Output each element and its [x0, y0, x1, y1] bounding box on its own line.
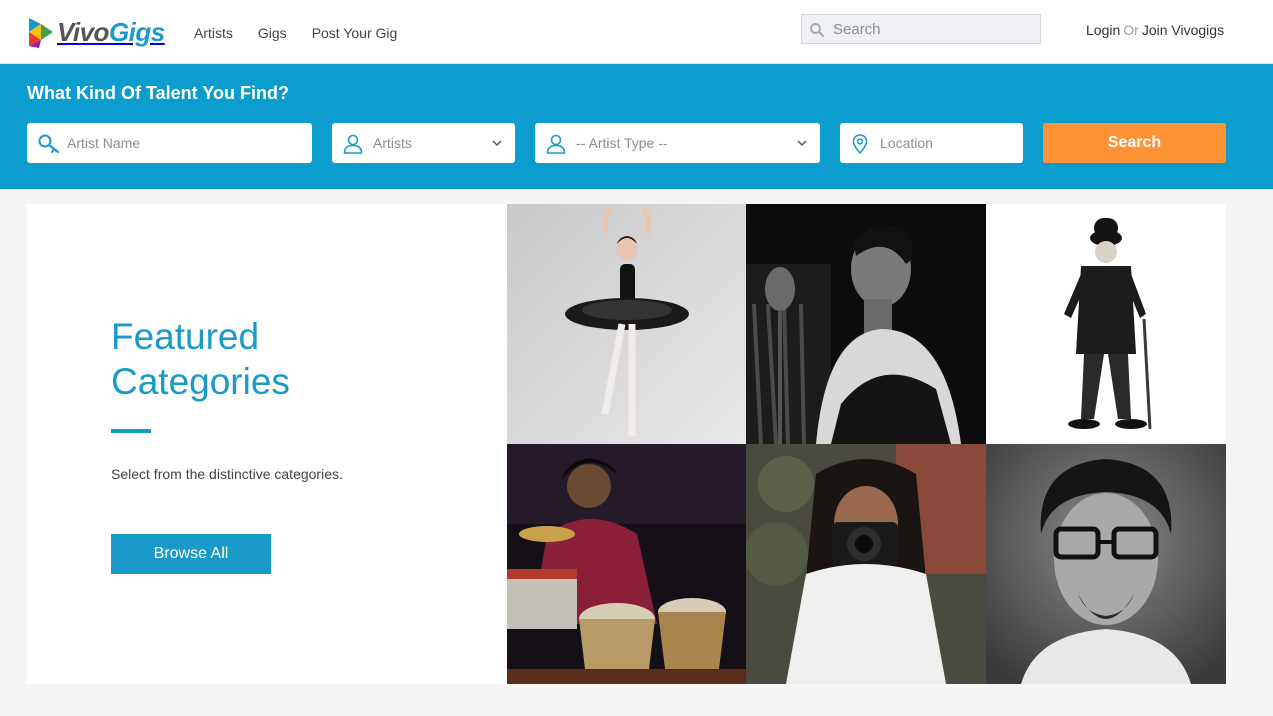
logo-text-vivo: Vivo [57, 17, 109, 47]
talent-search-button[interactable]: Search [1043, 123, 1226, 163]
chevron-down-icon [492, 140, 502, 147]
key-search-icon [38, 134, 60, 154]
actor-photo [986, 444, 1226, 684]
category-select[interactable]: Artists [332, 123, 515, 163]
photographer-photo [746, 444, 986, 684]
category-select-value: Artists [373, 135, 412, 151]
featured-subtitle: Select from the distinctive categories. [111, 466, 343, 482]
talent-search-title: What Kind Of Talent You Find? [27, 83, 289, 103]
nav-post-your-gig-link[interactable]: Post Your Gig [312, 24, 398, 42]
or-separator: Or [1123, 22, 1139, 38]
join-link[interactable]: Join Vivogigs [1142, 22, 1224, 38]
header-search-box [801, 14, 1041, 44]
auth-links: Login Or Join Vivogigs [1086, 21, 1224, 39]
category-tile-actor[interactable] [986, 444, 1226, 684]
vivogigs-logo[interactable]: VivoGigs [27, 14, 165, 50]
location-field[interactable] [840, 123, 1023, 163]
featured-title-line1: Featured [111, 316, 260, 357]
category-tile-photographer[interactable] [746, 444, 986, 684]
nav-gigs-link[interactable]: Gigs [258, 24, 287, 42]
logo-text-gigs: Gigs [108, 17, 165, 47]
artist-type-select[interactable]: -- Artist Type -- [535, 123, 820, 163]
dancer-photo [507, 204, 747, 444]
main-nav: Artists Gigs Post Your Gig [194, 24, 422, 42]
title-underline-divider [111, 429, 151, 433]
singer-photo [746, 204, 986, 444]
category-tile-musician[interactable] [507, 444, 747, 684]
musician-photo [507, 444, 747, 684]
category-tile-dancer[interactable] [507, 204, 747, 444]
artist-name-input[interactable] [67, 123, 302, 163]
featured-title-line2: Categories [111, 361, 290, 402]
featured-categories-section: Featured Categories Select from the dist… [27, 204, 1226, 684]
category-tile-singer[interactable] [746, 204, 986, 444]
category-tile-comedian[interactable] [986, 204, 1226, 444]
chevron-down-icon [797, 140, 807, 147]
user-icon [546, 134, 566, 154]
artist-type-select-value: -- Artist Type -- [576, 135, 668, 151]
browse-all-button[interactable]: Browse All [111, 534, 271, 574]
logo-mark-icon [29, 18, 53, 48]
nav-artists-link[interactable]: Artists [194, 24, 233, 42]
featured-categories-title: Featured Categories [111, 314, 290, 404]
top-header: VivoGigs Artists Gigs Post Your Gig Logi… [0, 0, 1273, 64]
talent-search-band: What Kind Of Talent You Find? Artists --… [0, 64, 1273, 189]
login-link[interactable]: Login [1086, 22, 1120, 38]
location-input[interactable] [880, 123, 1015, 163]
search-icon [810, 23, 825, 38]
artist-name-field[interactable] [27, 123, 312, 163]
comedian-photo [986, 204, 1226, 444]
header-search-input[interactable] [833, 15, 1033, 43]
user-icon [343, 134, 363, 154]
category-image-grid [507, 204, 1226, 684]
map-pin-icon [852, 134, 868, 155]
